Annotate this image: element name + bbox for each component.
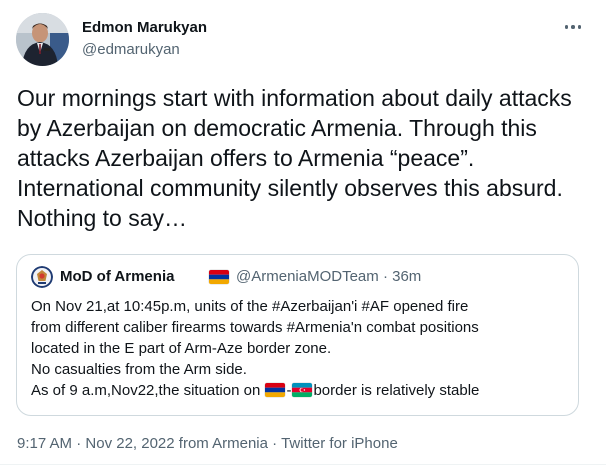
footer-separator: · bbox=[76, 435, 82, 452]
quoted-text-line: No casualties from the Arm side. bbox=[31, 361, 247, 378]
armenia-flag-icon bbox=[209, 270, 229, 284]
footer-divider bbox=[0, 464, 606, 465]
mod-armenia-emblem-icon bbox=[31, 266, 53, 288]
quoted-text-last-line: As of 9 a.m,Nov22,the situation on - bor… bbox=[31, 380, 566, 401]
quoted-text-line: located in the E part of Arm-Aze border … bbox=[31, 340, 332, 357]
author-avatar[interactable] bbox=[16, 13, 69, 66]
last-line-prefix: As of 9 a.m,Nov22,the situation on bbox=[31, 382, 265, 399]
avatar-portrait-image bbox=[16, 13, 69, 66]
quoted-author-name[interactable]: MoD of Armenia bbox=[60, 268, 174, 285]
more-horizontal-icon-dot bbox=[577, 25, 582, 29]
azerbaijan-flag-icon bbox=[292, 383, 313, 398]
meta-separator: · bbox=[382, 268, 388, 285]
more-options-button[interactable] bbox=[558, 16, 588, 38]
author-name[interactable]: Edmon Marukyan bbox=[82, 19, 207, 36]
quoted-text-line: On Nov 21,at 10:45p.m, units of the #Aze… bbox=[31, 298, 469, 315]
flag-dash: - bbox=[286, 382, 292, 399]
quoted-text-line: from different caliber firearms towards … bbox=[31, 319, 479, 336]
quoted-tweet[interactable]: MoD of Armenia @ArmeniaMODTeam · 36m On … bbox=[16, 254, 579, 416]
tweet-card: Edmon Marukyan @edmarukyan Our mornings … bbox=[0, 0, 606, 470]
quoted-author-handle[interactable]: @ArmeniaMODTeam bbox=[236, 268, 379, 285]
quoted-timestamp[interactable]: 36m bbox=[392, 268, 421, 285]
tweet-text: Our mornings start with information abou… bbox=[17, 85, 572, 231]
author-handle[interactable]: @edmarukyan bbox=[82, 41, 180, 58]
tweet-time-link[interactable]: 9:17 AM bbox=[17, 435, 72, 452]
tweet-footer: 9:17 AM · Nov 22, 2022 from Armenia · Tw… bbox=[17, 435, 398, 452]
more-horizontal-icon bbox=[564, 25, 569, 29]
quoted-text: On Nov 21,at 10:45p.m, units of the #Aze… bbox=[31, 296, 566, 401]
tweet-source-link[interactable]: Twitter for iPhone bbox=[281, 435, 398, 452]
quoted-meta: @ArmeniaMODTeam · 36m bbox=[236, 268, 421, 285]
armenia-flag-icon bbox=[265, 383, 286, 398]
tweet-date-link[interactable]: Nov 22, 2022 from Armenia bbox=[85, 435, 268, 452]
more-horizontal-icon-dot bbox=[571, 25, 575, 29]
last-line-suffix: border is relatively stable bbox=[313, 382, 480, 399]
footer-separator: · bbox=[272, 435, 278, 452]
